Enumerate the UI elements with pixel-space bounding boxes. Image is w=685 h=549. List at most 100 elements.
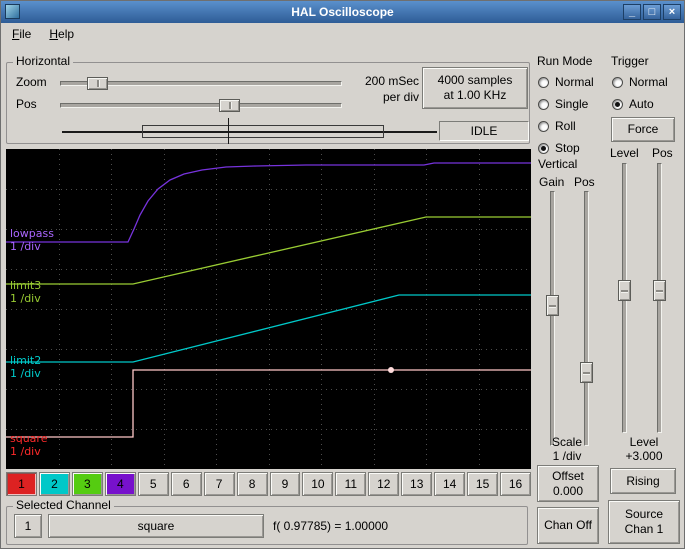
channel-button-8[interactable]: 8 [236, 472, 268, 496]
run-mode-option-roll[interactable]: Roll [538, 115, 594, 137]
selected-channel-frame-label: Selected Channel [13, 498, 114, 512]
channel-button-10[interactable]: 10 [302, 472, 334, 496]
horizontal-frame-label: Horizontal [13, 54, 74, 68]
channel-button-5[interactable]: 5 [137, 472, 169, 496]
vertical-pos-label: Pos [574, 175, 595, 189]
trigger-readout-value: +3.000 [625, 449, 663, 463]
radio-icon[interactable] [612, 76, 623, 88]
trigger-source-button[interactable]: Source Chan 1 [608, 500, 680, 544]
channel-button-15[interactable]: 15 [467, 472, 499, 496]
menu-bar: File Help [1, 23, 684, 45]
trigger-options: Normal Auto [612, 71, 668, 115]
offset-button-line2: 0.000 [552, 483, 584, 498]
trace-limit2 [6, 294, 531, 363]
selected-channel-name-button[interactable]: square [48, 514, 264, 538]
zoom-slider[interactable] [60, 77, 342, 90]
chan-off-button[interactable]: Chan Off [537, 507, 599, 544]
channel-button-12[interactable]: 12 [368, 472, 400, 496]
chan-off-label: Chan Off [544, 518, 592, 532]
run-mode-option-stop[interactable]: Stop [538, 137, 594, 159]
selected-channel-number-button[interactable]: 1 [14, 514, 42, 538]
menu-file[interactable]: File [3, 25, 40, 43]
record-length-button[interactable]: 4000 samples at 1.00 KHz [422, 67, 528, 109]
trace-square [6, 369, 531, 438]
channel-button-2[interactable]: 2 [38, 472, 70, 496]
hal-oscilloscope-window: HAL Oscilloscope _ □ × File Help Horizon… [0, 0, 685, 549]
channel-button-3[interactable]: 3 [71, 472, 103, 496]
run-mode-option-label: Roll [555, 119, 576, 133]
channel-button-4[interactable]: 4 [104, 472, 136, 496]
trigger-level-slider[interactable] [618, 163, 631, 433]
run-mode-option-normal[interactable]: Normal [538, 71, 594, 93]
vertical-pos-slider-thumb[interactable] [580, 362, 593, 383]
selected-channel-frame: Selected Channel 1 square f( 0.97785) = … [6, 498, 528, 545]
channel-button-11[interactable]: 11 [335, 472, 367, 496]
horizontal-frame: Horizontal Zoom Pos 200 mSec per div 400… [6, 54, 530, 144]
run-mode-option-label: Single [555, 97, 589, 111]
title-bar[interactable]: HAL Oscilloscope _ □ × [1, 1, 684, 23]
radio-icon[interactable] [612, 98, 623, 110]
trace-limit3 [6, 216, 531, 285]
record-length-line1: 4000 samples [437, 73, 513, 87]
scope-display[interactable]: lowpass 1 /div limit3 1 /div limit2 1 /div squ… [6, 149, 531, 469]
scope-label-square: square 1 /div [10, 432, 48, 458]
per-div-unit: per div [382, 90, 419, 104]
trigger-option-label: Auto [629, 97, 654, 111]
scope-label-limit2: limit2 1 /div [10, 354, 42, 380]
menu-help[interactable]: Help [40, 25, 83, 43]
trigger-pos-slider-thumb[interactable] [653, 280, 666, 301]
run-mode-label: Run Mode [537, 54, 593, 68]
trigger-edge-button[interactable]: Rising [610, 468, 676, 494]
pos-slider-thumb[interactable] [219, 99, 240, 112]
run-mode-option-label: Stop [555, 141, 580, 155]
channel-button-9[interactable]: 9 [269, 472, 301, 496]
trigger-edge-label: Rising [626, 473, 660, 488]
pos-slider[interactable] [60, 99, 342, 112]
trace-lowpass [6, 162, 531, 243]
minimize-button-icon[interactable]: _ [623, 4, 641, 20]
scale-value: 1 /div [552, 449, 582, 463]
trigger-position-tick [228, 118, 229, 144]
window-title: HAL Oscilloscope [291, 5, 394, 19]
trigger-pos-slider[interactable] [653, 163, 666, 433]
channel-button-6[interactable]: 6 [170, 472, 202, 496]
visible-window-box [142, 125, 384, 138]
radio-icon[interactable] [538, 98, 549, 110]
vertical-pos-slider[interactable] [580, 191, 593, 446]
channel-button-1[interactable]: 1 [6, 472, 37, 496]
channel-button-13[interactable]: 13 [401, 472, 433, 496]
record-length-line2: at 1.00 KHz [443, 88, 507, 102]
per-div-value: 200 mSec [364, 74, 419, 88]
selected-channel-number: 1 [24, 518, 32, 533]
trigger-point-marker [388, 367, 394, 373]
gain-slider-thumb[interactable] [546, 295, 559, 316]
selected-channel-readout: f( 0.97785) = 1.00000 [273, 519, 389, 533]
radio-icon[interactable] [538, 76, 549, 88]
trigger-pos-label: Pos [652, 146, 673, 160]
offset-button[interactable]: Offset 0.000 [537, 465, 599, 502]
trigger-option-normal[interactable]: Normal [612, 71, 668, 93]
radio-icon[interactable] [538, 120, 549, 132]
gain-slider[interactable] [546, 191, 559, 446]
scale-label: Scale [551, 435, 583, 449]
zoom-slider-thumb[interactable] [87, 77, 108, 90]
trigger-level-label: Level [610, 146, 639, 160]
channel-button-7[interactable]: 7 [203, 472, 235, 496]
scope-label-limit3: limit3 1 /div [10, 279, 42, 305]
maximize-button-icon[interactable]: □ [643, 4, 661, 20]
channel-button-14[interactable]: 14 [434, 472, 466, 496]
radio-icon[interactable] [538, 142, 549, 154]
trigger-readout-label: Level [629, 435, 659, 449]
force-button[interactable]: Force [611, 117, 675, 142]
trigger-level-slider-thumb[interactable] [618, 280, 631, 301]
window-icon [5, 4, 20, 19]
status-text: IDLE [470, 124, 498, 138]
channel-button-16[interactable]: 16 [500, 472, 531, 496]
trigger-source-line1: Source [624, 507, 664, 521]
trigger-option-label: Normal [629, 75, 668, 89]
run-mode-option-single[interactable]: Single [538, 93, 594, 115]
trigger-option-auto[interactable]: Auto [612, 93, 668, 115]
close-button-icon[interactable]: × [663, 4, 681, 20]
selected-channel-name: square [137, 518, 175, 533]
scope-label-lowpass: lowpass 1 /div [10, 227, 54, 253]
